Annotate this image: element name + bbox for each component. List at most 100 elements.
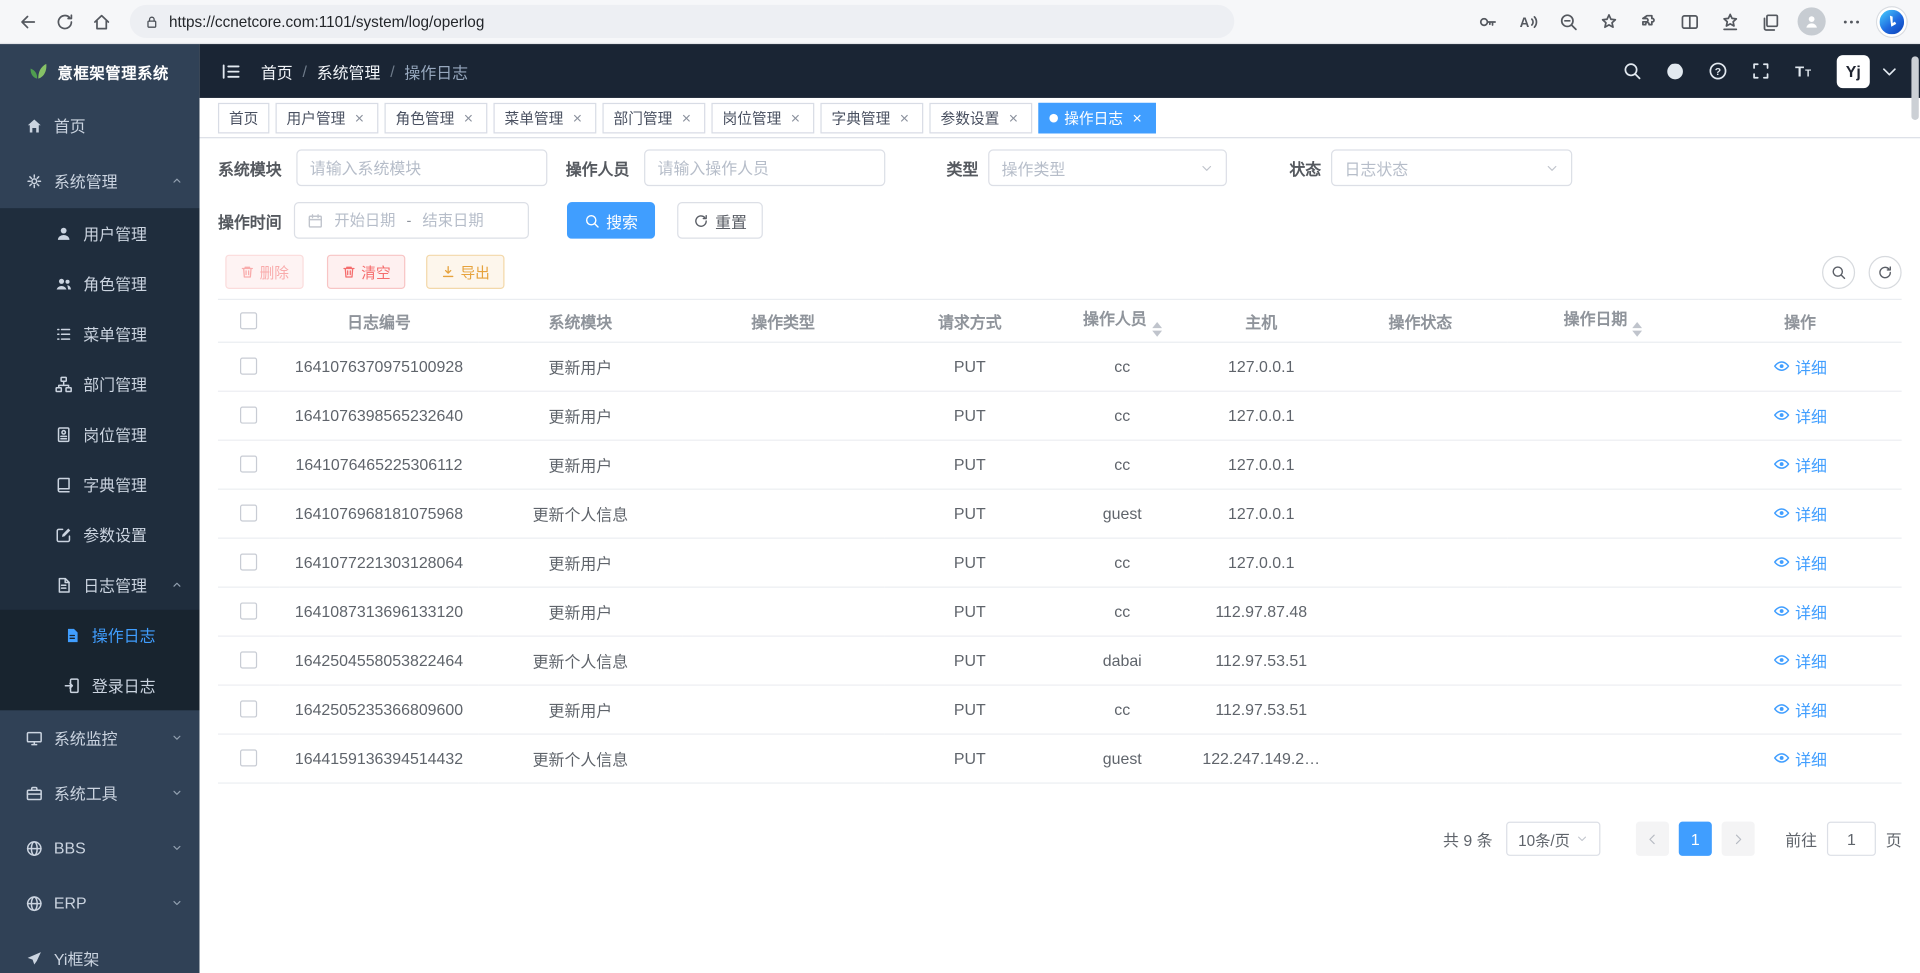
breadcrumb-system-mgmt[interactable]: 系统管理 [317,59,381,82]
tab-post-mgmt[interactable]: 岗位管理× [712,102,815,133]
prev-page-button[interactable] [1636,822,1669,856]
sidebar-item-home[interactable]: 首页 [0,98,200,153]
search-button[interactable]: 搜索 [567,202,655,239]
search-icon[interactable] [1622,61,1642,81]
fullscreen-icon[interactable] [1751,61,1771,81]
home-button[interactable] [83,4,120,40]
browser-menu-button[interactable] [1833,4,1870,40]
sidebar-item-role-mgmt[interactable]: 角色管理 [0,258,200,308]
sidebar-item-menu-mgmt[interactable]: 菜单管理 [0,309,200,359]
extensions-button[interactable] [1631,4,1668,40]
tab-home[interactable]: 首页 [218,102,269,133]
address-bar[interactable]: https://ccnetcore.com:1101/system/log/op… [130,5,1234,38]
row-checkbox[interactable] [240,700,257,717]
detail-link[interactable]: 详细 [1773,698,1827,721]
tab-close-icon[interactable]: × [569,110,585,126]
reset-button[interactable]: 重置 [677,202,763,239]
sidebar-item-system-tools[interactable]: 系统工具 [0,765,200,820]
delete-button[interactable]: 删除 [225,255,303,289]
tab-operation-log[interactable]: 操作日志× [1039,102,1157,133]
split-screen-button[interactable] [1671,4,1708,40]
operator-input[interactable] [658,159,872,177]
detail-link[interactable]: 详细 [1773,502,1827,525]
tab-param-settings[interactable]: 参数设置× [930,102,1033,133]
user-avatar-logo[interactable]: Yj [1837,54,1870,87]
detail-link[interactable]: 详细 [1773,404,1827,427]
tab-close-icon[interactable]: × [351,110,367,126]
row-checkbox[interactable] [240,651,257,668]
detail-link[interactable]: 详细 [1773,600,1827,623]
date-range-picker[interactable]: - [294,202,529,239]
saved-passwords-button[interactable] [1469,4,1506,40]
row-checkbox[interactable] [240,749,257,766]
sidebar-item-user-mgmt[interactable]: 用户管理 [0,208,200,258]
favorites-button[interactable] [1712,4,1749,40]
detail-link[interactable]: 详细 [1773,747,1827,770]
sort-carets-icon[interactable] [1152,321,1162,336]
sidebar-item-post-mgmt[interactable]: 岗位管理 [0,409,200,459]
breadcrumb-home[interactable]: 首页 [261,59,293,82]
page-scrollbar[interactable] [1911,44,1920,973]
clear-button[interactable]: 清空 [327,255,405,289]
sort-carets-icon[interactable] [1632,321,1642,336]
tab-user-mgmt[interactable]: 用户管理× [276,102,379,133]
date-end-input[interactable] [418,212,489,229]
read-aloud-button[interactable]: A [1510,4,1547,40]
sidebar-item-yi-framework[interactable]: Yi框架 [0,931,200,973]
row-checkbox[interactable] [240,358,257,375]
row-checkbox[interactable] [240,504,257,521]
tab-role-mgmt[interactable]: 角色管理× [385,102,488,133]
date-start-input[interactable] [329,212,400,229]
tab-close-icon[interactable]: × [896,110,912,126]
sidebar-item-bbs[interactable]: BBS [0,820,200,875]
help-icon[interactable]: ? [1708,61,1728,81]
toggle-search-button[interactable] [1822,255,1855,288]
tab-dept-mgmt[interactable]: 部门管理× [603,102,706,133]
refresh-button[interactable] [47,4,84,40]
row-checkbox[interactable] [240,602,257,619]
tab-close-icon[interactable]: × [460,110,476,126]
tab-close-icon[interactable]: × [1005,110,1021,126]
back-button[interactable] [10,4,47,40]
tab-close-icon[interactable]: × [1129,110,1145,126]
page-number-1[interactable]: 1 [1679,822,1712,856]
font-size-icon[interactable]: TT [1794,61,1814,81]
sidebar-item-dict-mgmt[interactable]: 字典管理 [0,459,200,509]
sidebar-item-log-mgmt[interactable]: 日志管理 [0,560,200,610]
profile-button[interactable] [1793,4,1830,40]
tab-menu-mgmt[interactable]: 菜单管理× [494,102,597,133]
module-input[interactable] [310,159,534,177]
row-checkbox[interactable] [240,456,257,473]
sidebar-item-system-mgmt[interactable]: 系统管理 [0,153,200,208]
collections-button[interactable] [1752,4,1789,40]
status-select[interactable]: 日志状态 [1331,149,1572,186]
github-icon[interactable] [1665,61,1685,81]
next-page-button[interactable] [1722,822,1755,856]
app-logo[interactable]: 意框架管理系统 [0,44,200,98]
refresh-table-button[interactable] [1869,255,1902,288]
sidebar-item-param-settings[interactable]: 参数设置 [0,509,200,559]
detail-link[interactable]: 详细 [1773,453,1827,476]
detail-link[interactable]: 详细 [1773,551,1827,574]
tab-close-icon[interactable]: × [787,110,803,126]
sidebar-item-erp[interactable]: ERP [0,876,200,931]
export-button[interactable]: 导出 [426,255,504,289]
zoom-out-button[interactable] [1550,4,1587,40]
sidebar-item-login-log[interactable]: 登录日志 [0,660,200,710]
scrollbar-thumb[interactable] [1911,56,1918,120]
detail-link[interactable]: 详细 [1773,355,1827,378]
sidebar-item-system-monitor[interactable]: 系统监控 [0,710,200,765]
type-select[interactable]: 操作类型 [988,149,1227,186]
header-date[interactable]: 操作日期 [1507,299,1698,342]
goto-page-input[interactable] [1827,822,1876,856]
sidebar-item-operation-log[interactable]: 操作日志 [0,610,200,660]
tab-dict-mgmt[interactable]: 字典管理× [821,102,924,133]
tab-close-icon[interactable]: × [678,110,694,126]
row-checkbox[interactable] [240,553,257,570]
page-size-select[interactable]: 10条/页 [1506,822,1600,856]
sidebar-item-dept-mgmt[interactable]: 部门管理 [0,359,200,409]
sidebar-toggle-icon[interactable] [220,61,241,82]
detail-link[interactable]: 详细 [1773,649,1827,672]
copilot-button[interactable] [1873,4,1910,40]
select-all-checkbox[interactable] [240,312,257,329]
